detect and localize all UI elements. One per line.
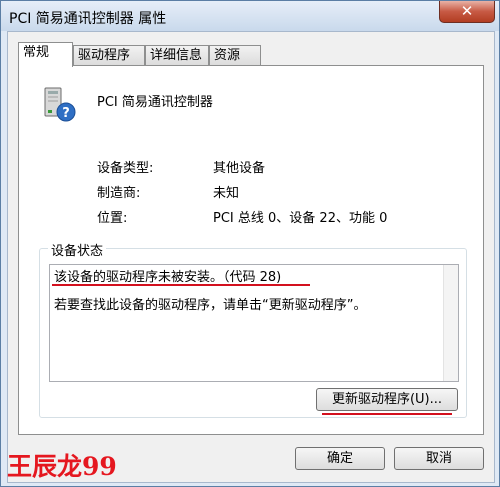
device-type-label: 设备类型: — [97, 161, 154, 176]
status-line-1: 该设备的驱动程序未被安装。（代码 28) — [54, 270, 282, 285]
update-driver-button[interactable]: 更新驱动程序(U)... — [316, 388, 458, 411]
status-scrollbar[interactable] — [443, 265, 458, 381]
tab-details[interactable]: 详细信息 — [145, 45, 209, 65]
title-bar[interactable]: PCI 简易通讯控制器 属性 ✕ — [1, 1, 499, 31]
status-line-2: 若要查找此设备的驱动程序，请单击“更新驱动程序”。 — [54, 298, 367, 313]
properties-window: PCI 简易通讯控制器 属性 ✕ 常规 驱动程序 详细信息 资源 ? PCI 简… — [0, 0, 500, 487]
tab-driver[interactable]: 驱动程序 — [73, 45, 145, 65]
update-annotation-underline — [322, 413, 452, 415]
device-name: PCI 简易通讯控制器 — [97, 95, 213, 110]
manufacturer-value: 未知 — [213, 186, 240, 201]
tab-resources[interactable]: 资源 — [209, 45, 261, 65]
window-title: PCI 简易通讯控制器 属性 — [9, 11, 167, 27]
tab-general[interactable]: 常规 — [18, 42, 73, 67]
ok-button[interactable]: 确定 — [295, 447, 385, 470]
svg-text:?: ? — [62, 106, 70, 121]
close-button[interactable]: ✕ — [439, 1, 495, 23]
cancel-button[interactable]: 取消 — [394, 447, 484, 470]
dialog-body: 常规 驱动程序 详细信息 资源 ? PCI 简易通讯控制器 设备类型: 其他设备… — [7, 31, 495, 483]
location-value: PCI 总线 0、设备 22、功能 0 — [213, 211, 388, 226]
watermark-text: 王辰龙99 — [7, 452, 117, 481]
device-question-icon: ? — [44, 87, 76, 122]
device-status-group: 设备状态 该设备的驱动程序未被安装。（代码 28) 若要查找此设备的驱动程序，请… — [39, 240, 467, 418]
device-status-title: 设备状态 — [48, 240, 107, 259]
device-type-value: 其他设备 — [213, 161, 266, 176]
general-panel: ? PCI 简易通讯控制器 设备类型: 其他设备 制造商: 未知 位置: PCI… — [18, 65, 484, 435]
location-label: 位置: — [97, 211, 128, 226]
manufacturer-label: 制造商: — [97, 186, 141, 201]
status-textbox[interactable]: 该设备的驱动程序未被安装。（代码 28) 若要查找此设备的驱动程序，请单击“更新… — [49, 264, 459, 382]
status-annotation-underline — [52, 284, 310, 286]
